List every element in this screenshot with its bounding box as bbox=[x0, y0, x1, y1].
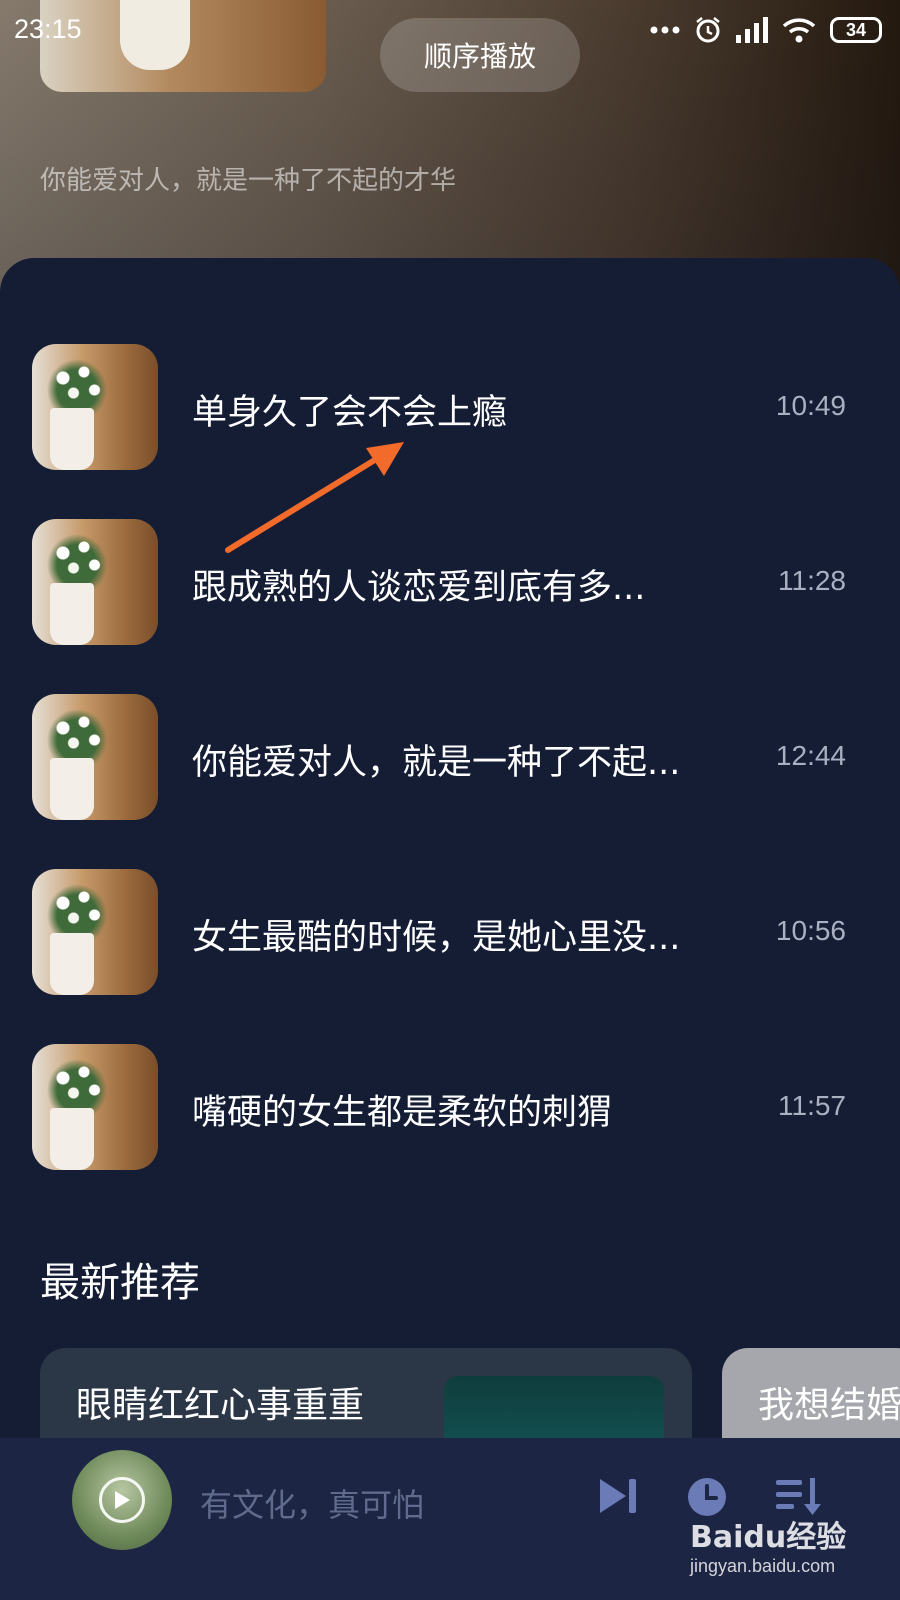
battery-icon: 34 bbox=[830, 17, 882, 43]
track-item[interactable]: 嘴硬的女生都是柔软的刺猬 11:57 bbox=[0, 1044, 900, 1170]
track-title: 你能爱对人，就是一种了不起... bbox=[192, 743, 681, 783]
alarm-icon bbox=[696, 17, 720, 43]
status-icons: 34 bbox=[650, 16, 882, 44]
track-thumbnail bbox=[32, 344, 158, 470]
recommend-card-title: 我想结婚 bbox=[758, 1385, 900, 1426]
status-time: 23:15 bbox=[14, 14, 82, 44]
recommend-section-title: 最新推荐 bbox=[40, 1260, 200, 1306]
baidu-watermark-logo: Baidu经验 bbox=[690, 1520, 847, 1555]
now-playing-title[interactable]: 有文化，真可怕 bbox=[200, 1480, 424, 1526]
baidu-watermark-url: jingyan.baidu.com bbox=[690, 1556, 836, 1576]
playlist-icon[interactable] bbox=[776, 1476, 822, 1516]
recommend-card[interactable]: 眼睛红红心事重重 bbox=[40, 1348, 692, 1456]
next-track-icon[interactable] bbox=[598, 1476, 640, 1516]
track-item[interactable]: 女生最酷的时候，是她心里没... 10:56 bbox=[0, 869, 900, 995]
play-order-button[interactable]: 顺序播放 bbox=[380, 18, 580, 92]
wifi-icon bbox=[782, 18, 816, 43]
recommend-card[interactable]: 我想结婚 bbox=[722, 1348, 900, 1448]
play-icon[interactable] bbox=[99, 1477, 145, 1523]
recommend-card-title: 眼睛红红心事重重 bbox=[76, 1385, 365, 1426]
mini-player-cover[interactable] bbox=[72, 1450, 172, 1550]
album-cover-image bbox=[40, 0, 326, 92]
track-item[interactable]: 你能爱对人，就是一种了不起... 12:44 bbox=[0, 694, 900, 820]
track-duration: 11:28 bbox=[778, 565, 846, 596]
track-title: 单身久了会不会上瘾 bbox=[192, 393, 508, 433]
track-duration: 10:56 bbox=[775, 915, 846, 946]
track-duration: 11:57 bbox=[778, 1090, 846, 1121]
track-item[interactable]: 跟成熟的人谈恋爱到底有多... 11:28 bbox=[0, 519, 900, 645]
track-thumbnail bbox=[32, 694, 158, 820]
track-thumbnail bbox=[32, 519, 158, 645]
track-title: 嘴硬的女生都是柔软的刺猬 bbox=[192, 1093, 613, 1133]
track-thumbnail bbox=[32, 1044, 158, 1170]
album-description: 你能爱对人，就是一种了不起的才华 bbox=[40, 166, 457, 196]
track-duration: 10:49 bbox=[775, 390, 846, 421]
track-thumbnail bbox=[32, 869, 158, 995]
track-title: 女生最酷的时候，是她心里没... bbox=[192, 918, 681, 958]
track-title: 跟成熟的人谈恋爱到底有多... bbox=[192, 568, 646, 608]
track-item[interactable]: 单身久了会不会上瘾 10:49 bbox=[0, 344, 900, 470]
signal-icon bbox=[736, 17, 768, 43]
more-dots-icon bbox=[650, 26, 680, 34]
track-duration: 12:44 bbox=[775, 740, 846, 771]
